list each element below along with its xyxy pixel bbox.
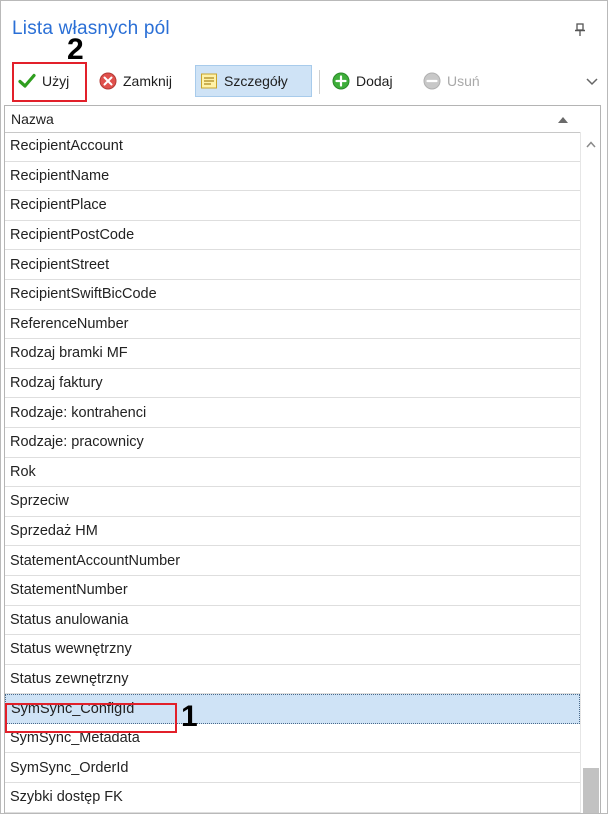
table-row[interactable]: RecipientPostCode	[5, 221, 580, 251]
toolbar: Użyj Zamknij Szczegóły Dodaj Usuń	[1, 63, 607, 101]
table-row[interactable]: SymSync_ConfigId	[5, 694, 580, 724]
sort-ascending-icon	[558, 117, 568, 123]
column-header-nazwa[interactable]: Nazwa	[5, 106, 600, 133]
table-row[interactable]: Rodzaje: pracownicy	[5, 428, 580, 458]
vertical-scrollbar[interactable]	[580, 132, 600, 813]
table-row[interactable]: Szybki dostęp FK	[5, 783, 580, 813]
scroll-up-icon[interactable]	[586, 141, 596, 148]
table-row[interactable]: Status wewnętrzny	[5, 635, 580, 665]
table-row[interactable]: SymSync_OrderId	[5, 753, 580, 784]
table-row[interactable]: RecipientAccount	[5, 132, 580, 162]
panel-title: Lista własnych pól	[12, 18, 170, 39]
table-row[interactable]: Rodzaj faktury	[5, 369, 580, 399]
table-row[interactable]: StatementAccountNumber	[5, 546, 580, 576]
checkmark-icon	[18, 73, 36, 88]
table-row[interactable]: RecipientPlace	[5, 191, 580, 221]
table-row[interactable]: RecipientSwiftBicCode	[5, 280, 580, 310]
table-row[interactable]: Status zewnętrzny	[5, 665, 580, 695]
table-row[interactable]: RecipientName	[5, 162, 580, 192]
chevron-down-icon[interactable]	[585, 74, 599, 88]
pin-icon[interactable]	[574, 23, 586, 37]
column-header-label: Nazwa	[11, 111, 54, 127]
details-button[interactable]: Szczegóły	[195, 65, 312, 97]
delete-button-label: Usuń	[447, 73, 480, 89]
scrollbar-thumb[interactable]	[583, 768, 599, 813]
table-row[interactable]: Status anulowania	[5, 606, 580, 636]
close-circle-icon	[99, 72, 117, 90]
details-button-label: Szczegóły	[224, 73, 288, 89]
table-row[interactable]: Sprzedaż HM	[5, 517, 580, 547]
close-button[interactable]: Zamknij	[95, 63, 193, 99]
table-row[interactable]: Rodzaj bramki MF	[5, 339, 580, 369]
custom-fields-panel: Lista własnych pól Użyj Zamknij Szczegół…	[0, 0, 608, 814]
fields-grid: Nazwa RecipientAccount RecipientName Recip…	[4, 105, 601, 813]
remove-circle-icon	[423, 72, 441, 90]
table-row[interactable]: SymSync_Metadata	[5, 724, 580, 754]
add-circle-icon	[332, 72, 350, 90]
rows-container: RecipientAccount RecipientName RecipientPl…	[5, 132, 580, 813]
table-row[interactable]: Sprzeciw	[5, 487, 580, 517]
table-row[interactable]: Rodzaje: kontrahenci	[5, 398, 580, 428]
add-button[interactable]: Dodaj	[328, 63, 414, 99]
annotation-marker-2: 2	[67, 33, 84, 66]
annotation-marker-1: 1	[181, 700, 198, 733]
table-row[interactable]: Rok	[5, 458, 580, 488]
add-button-label: Dodaj	[356, 73, 393, 89]
table-row[interactable]: RecipientStreet	[5, 250, 580, 280]
toolbar-separator	[319, 70, 320, 94]
delete-button[interactable]: Usuń	[419, 63, 499, 99]
details-icon	[201, 73, 217, 89]
close-button-label: Zamknij	[123, 73, 173, 89]
use-button-label: Użyj	[42, 73, 70, 89]
table-row[interactable]: ReferenceNumber	[5, 310, 580, 340]
table-row[interactable]: StatementNumber	[5, 576, 580, 606]
use-button[interactable]: Użyj	[14, 63, 87, 99]
